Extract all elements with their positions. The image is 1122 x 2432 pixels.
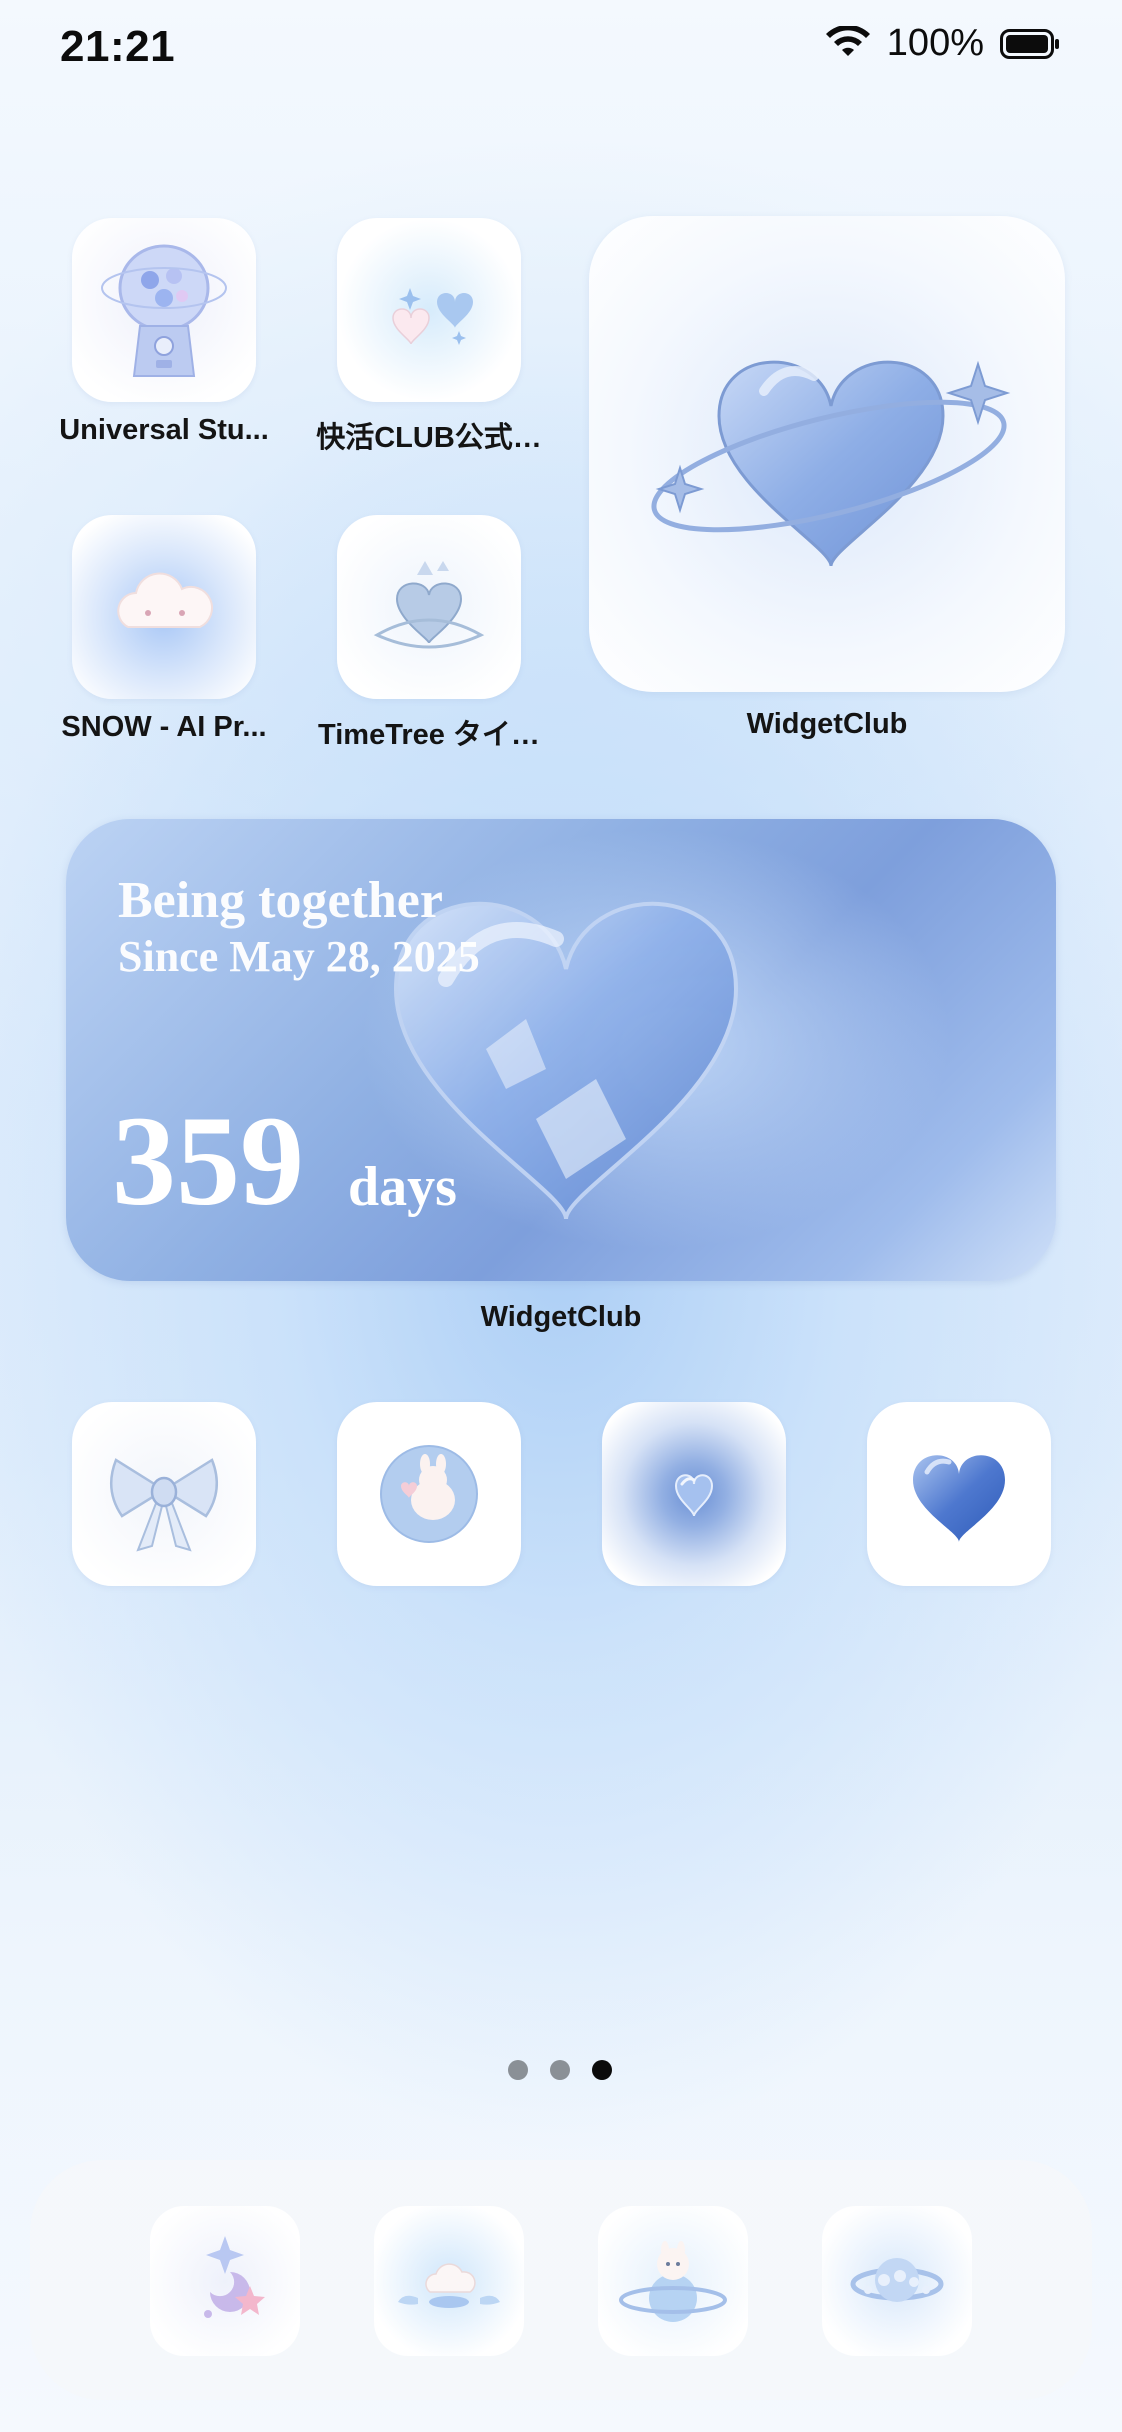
app-timetree[interactable]: TimeTree タイ…: [318, 515, 540, 751]
moon-stars-icon[interactable]: [150, 2206, 300, 2356]
saturn-icon[interactable]: [822, 2206, 972, 2356]
app-blue-heart[interactable]: [867, 1402, 1051, 1586]
day-count-unit: days: [348, 1156, 457, 1218]
orbit-heart-icon: [651, 360, 1011, 567]
app-label: TimeTree タイ…: [318, 719, 540, 751]
app-kaikatsu-club[interactable]: 快活CLUB公式…: [316, 218, 542, 454]
app-bow[interactable]: [72, 1402, 256, 1586]
status-icons: 100%: [825, 22, 1060, 65]
app-glowing-heart[interactable]: [602, 1402, 786, 1586]
cloud-wings-icon[interactable]: [374, 2206, 524, 2356]
page-dot-3-active[interactable]: [592, 2060, 612, 2080]
day-count: 359: [112, 1090, 304, 1232]
widget-title: Being together: [118, 872, 443, 929]
countdown-widget[interactable]: Being together Since May 28, 2025 359 da…: [66, 819, 1056, 1281]
widget-label: WidgetClub: [480, 1301, 642, 1333]
app-label: SNOW - AI Pr...: [61, 711, 267, 743]
battery-icon: [1000, 28, 1060, 59]
widget-label: WidgetClub: [746, 708, 908, 740]
cloud-icon: [72, 515, 256, 699]
widget-since-date: Since May 28, 2025: [118, 932, 480, 981]
glowing-heart-icon: [602, 1402, 786, 1586]
dock: [30, 2160, 1092, 2400]
widgetclub-photo-widget[interactable]: [589, 216, 1065, 692]
page-dot-2[interactable]: [550, 2060, 570, 2080]
page-dot-1[interactable]: [508, 2060, 528, 2080]
planet-bunny-icon[interactable]: [598, 2206, 748, 2356]
battery-percent: 100%: [886, 22, 984, 64]
page-indicator[interactable]: [508, 2060, 612, 2080]
app-label: Universal Stu...: [59, 414, 269, 446]
bow-icon: [72, 1402, 256, 1586]
gumball-machine-icon: [72, 218, 256, 402]
app-snow[interactable]: SNOW - AI Pr...: [61, 515, 267, 743]
app-label: 快活CLUB公式…: [316, 422, 542, 454]
wifi-icon: [825, 25, 871, 62]
crystal-heart-icon: [337, 515, 521, 699]
app-universal-studio[interactable]: Universal Stu...: [59, 218, 269, 446]
blue-heart-icon: [867, 1402, 1051, 1586]
hearts-sparkle-icon: [337, 218, 521, 402]
app-moon-bunny[interactable]: [337, 1402, 521, 1586]
status-time: 21:21: [60, 22, 176, 71]
moon-bunny-icon: [337, 1402, 521, 1586]
